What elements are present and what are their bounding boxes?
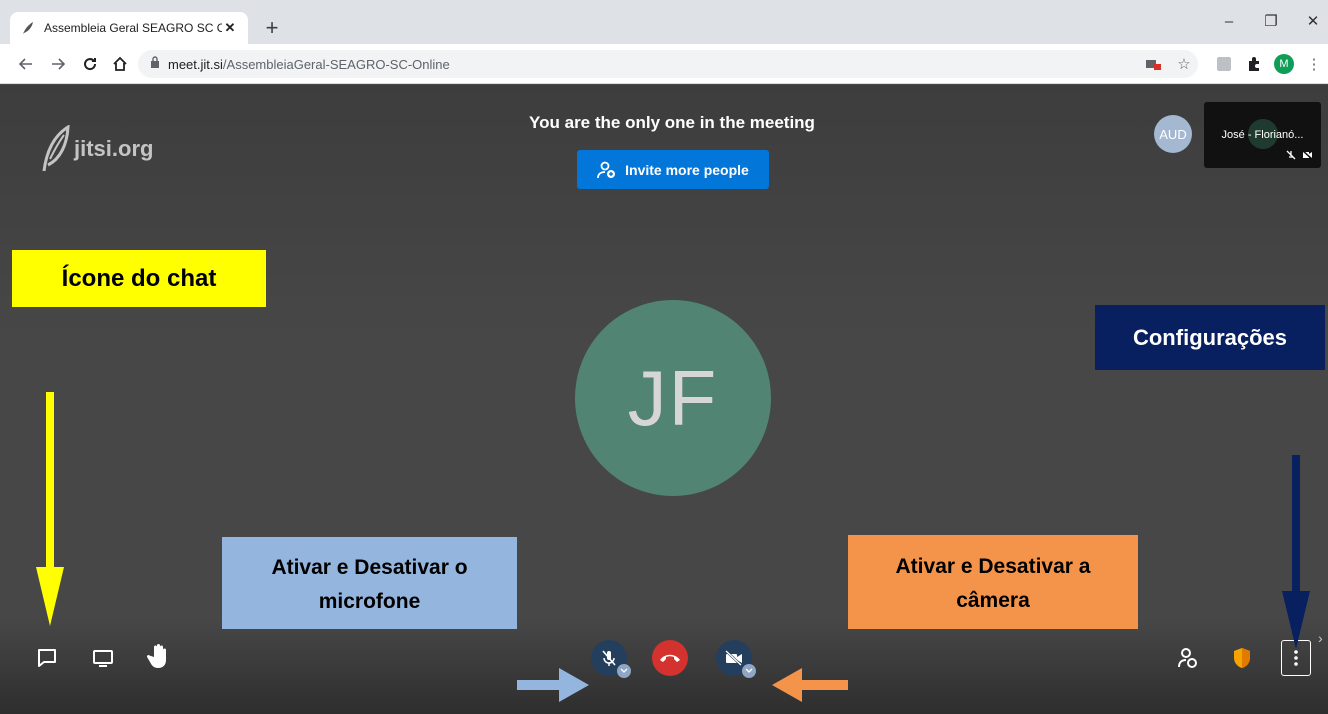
home-icon[interactable] [106, 50, 134, 78]
reload-icon[interactable] [76, 50, 104, 78]
camera-annotation-arrow-icon [772, 668, 848, 702]
raise-hand-icon[interactable] [144, 641, 174, 671]
new-tab-button[interactable]: + [258, 14, 286, 42]
minimize-button[interactable]: – [1206, 12, 1252, 32]
close-window-button[interactable]: ✕ [1290, 12, 1328, 32]
browser-tab-bar: Assembleia Geral SEAGRO SC Online ✕ + – … [0, 0, 1328, 44]
camera-annotation-line2: câmera [956, 589, 1030, 612]
url-text: meet.jit.si/AssembleiaGeral-SEAGRO-SC-On… [168, 57, 450, 72]
chat-annotation-label: Ícone do chat [12, 250, 266, 307]
settings-annotation-label: Configurações [1095, 305, 1325, 370]
invite-more-people-button[interactable]: Invite more people [577, 150, 769, 189]
browser-menu-icon[interactable]: ⋮ [1302, 50, 1326, 78]
camera-annotation-line1: Ativar e Desativar a [895, 555, 1091, 579]
vertical-dots-icon [1294, 650, 1298, 666]
lock-icon [150, 55, 160, 73]
camera-off-icon [725, 650, 742, 666]
mic-options-chevron-icon[interactable] [617, 664, 631, 678]
mic-off-icon [602, 650, 616, 666]
thumbnail-status-icons [1286, 150, 1313, 160]
url-host: meet.jit.si [168, 56, 223, 72]
muted-mic-icon [1286, 150, 1296, 160]
jitsi-favicon-icon [20, 20, 36, 36]
mic-annotation-line1: Ativar e Desativar o [271, 556, 468, 580]
camera-off-icon [1302, 150, 1313, 160]
camera-options-chevron-icon[interactable] [742, 664, 756, 678]
chat-icon[interactable] [32, 643, 62, 673]
invite-button-label: Invite more people [625, 161, 749, 178]
forward-arrow-icon[interactable] [44, 50, 72, 78]
profile-initial: M [1274, 54, 1294, 74]
jitsi-logo-text: jitsi.org [74, 136, 154, 161]
url-path: /AssembleiaGeral-SEAGRO-SC-Online [222, 56, 450, 72]
screen-share-icon[interactable] [88, 643, 118, 673]
camera-blocked-icon[interactable] [1142, 50, 1166, 78]
local-video-thumbnail[interactable]: José - Florianó... [1204, 102, 1321, 168]
profile-avatar[interactable]: M [1272, 50, 1296, 78]
tab-title: Assembleia Geral SEAGRO SC Online [44, 21, 222, 35]
mic-annotation-arrow-icon [517, 668, 589, 702]
bookmark-star-icon[interactable]: ☆ [1172, 50, 1196, 78]
participants-invite-icon[interactable] [1173, 643, 1203, 673]
thumbnail-name: José - Florianó... [1221, 129, 1304, 141]
camera-annotation-label: Ativar e Desativar a câmera [848, 535, 1138, 629]
chat-annotation-arrow-icon [36, 392, 64, 626]
camera-toggle-button[interactable] [716, 640, 756, 678]
mic-annotation-label: Ativar e Desativar o microfone [222, 537, 517, 629]
microphone-toggle-button[interactable] [591, 640, 631, 678]
hang-up-phone-icon [660, 654, 680, 662]
security-shield-icon[interactable] [1227, 643, 1257, 673]
audience-avatar[interactable]: AUD [1154, 115, 1192, 153]
browser-toolbar: meet.jit.si/AssembleiaGeral-SEAGRO-SC-On… [0, 44, 1328, 84]
add-person-icon [597, 161, 616, 178]
address-bar[interactable]: meet.jit.si/AssembleiaGeral-SEAGRO-SC-On… [138, 50, 1198, 78]
extensions-puzzle-icon[interactable] [1242, 50, 1266, 78]
back-arrow-icon[interactable] [12, 50, 40, 78]
mic-annotation-line2: microfone [318, 590, 421, 613]
browser-tab[interactable]: Assembleia Geral SEAGRO SC Online ✕ [10, 12, 248, 44]
tab-close-icon[interactable]: ✕ [222, 20, 238, 36]
settings-annotation-arrow-icon [1282, 455, 1310, 649]
chevron-right-icon[interactable]: › [1318, 630, 1323, 646]
meeting-status-message: You are the only one in the meeting [529, 113, 815, 132]
restore-button[interactable]: ❐ [1248, 12, 1294, 32]
extension-m-icon[interactable] [1212, 50, 1236, 78]
participant-avatar: JF [575, 300, 771, 496]
hang-up-button[interactable] [652, 640, 688, 676]
